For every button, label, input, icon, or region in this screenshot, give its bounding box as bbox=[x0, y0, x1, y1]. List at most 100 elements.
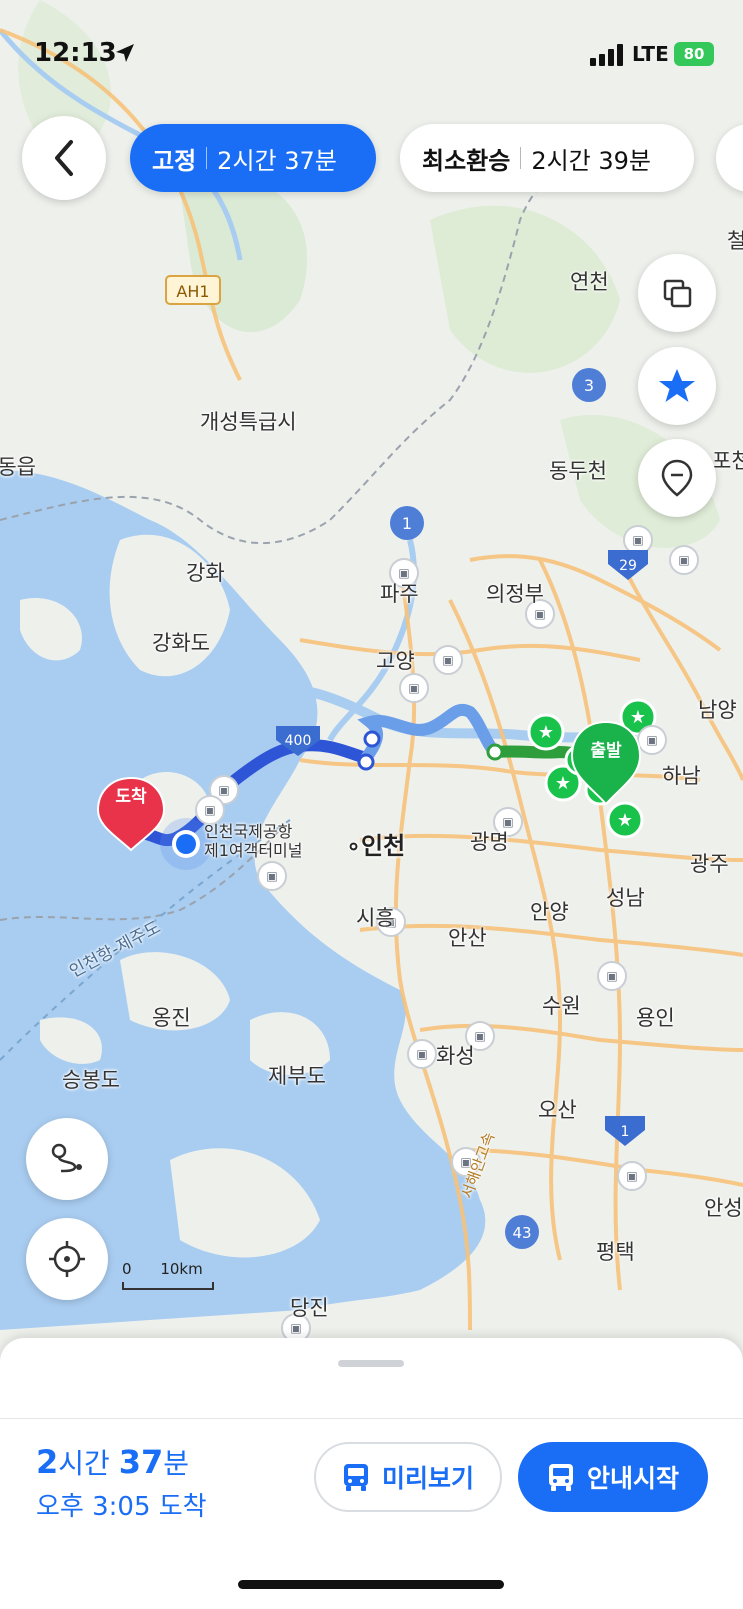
road-badge-43: 43 bbox=[512, 1224, 531, 1242]
place-anyang: 안양 bbox=[530, 900, 569, 924]
svg-text:★: ★ bbox=[630, 707, 646, 728]
place-anseong: 안성 bbox=[704, 1196, 743, 1220]
route-option-time: 2시간 39분 bbox=[531, 146, 652, 175]
duration-hours: 2 bbox=[36, 1443, 59, 1481]
scale-zero: 0 bbox=[122, 1260, 132, 1278]
bottom-sheet: 2시간 37분 오후 3:05 도착 미리보기 안내시작 bbox=[0, 1338, 743, 1609]
svg-text:▣: ▣ bbox=[632, 533, 643, 547]
place-ganghwado: 강화도 bbox=[152, 631, 210, 655]
preview-button[interactable]: 미리보기 bbox=[314, 1442, 502, 1512]
duration-minutes: 37 bbox=[118, 1443, 164, 1481]
place-paju: 파주 bbox=[380, 582, 419, 606]
start-marker[interactable]: 출발 bbox=[590, 741, 622, 761]
sheet-handle[interactable] bbox=[338, 1360, 404, 1367]
road-badge-1b: 1 bbox=[621, 1124, 630, 1140]
svg-text:★: ★ bbox=[538, 722, 554, 743]
start-guidance-button[interactable]: 안내시작 bbox=[518, 1442, 708, 1512]
place-gwangmyeong: 광명 bbox=[470, 830, 509, 854]
bus-icon bbox=[343, 1464, 368, 1491]
place-incheon: ∘인천 bbox=[346, 832, 406, 860]
status-bar: 12:13 LTE 80 bbox=[0, 0, 743, 100]
route-option-fixed[interactable]: 고정 2시간 37분 bbox=[130, 124, 376, 192]
place-pyeongtaek: 평택 bbox=[596, 1240, 635, 1264]
place-osan: 오산 bbox=[538, 1098, 577, 1122]
sheet-divider bbox=[0, 1418, 743, 1419]
arrival-time: 오후 3:05 도착 bbox=[36, 1492, 207, 1522]
place-siheung: 시흥 bbox=[356, 906, 395, 930]
home-indicator[interactable] bbox=[238, 1580, 504, 1589]
svg-text:▣: ▣ bbox=[442, 653, 453, 667]
network-type: LTE bbox=[632, 42, 669, 66]
place-gyodong: 교동읍 bbox=[0, 455, 36, 479]
place-pocheon: 포천 bbox=[712, 449, 743, 473]
place-dongducheon: 동두천 bbox=[549, 459, 607, 483]
place-seungbongdo: 승봉도 bbox=[62, 1068, 120, 1092]
place-hwaseong: 화성 bbox=[436, 1044, 475, 1068]
place-jebudo: 제부도 bbox=[268, 1064, 326, 1088]
start-label: 안내시작 bbox=[586, 1464, 679, 1493]
scale-label: 0 10km bbox=[122, 1260, 203, 1278]
star-icon bbox=[659, 369, 695, 402]
scale-distance: 10km bbox=[160, 1260, 203, 1278]
svg-text:▣: ▣ bbox=[290, 1321, 301, 1335]
svg-text:▣: ▣ bbox=[266, 869, 277, 883]
route-option-name: 최소환승 bbox=[422, 146, 511, 175]
trip-duration: 2시간 37분 bbox=[36, 1442, 189, 1482]
svg-text:▣: ▣ bbox=[646, 733, 657, 747]
end-marker[interactable]: 도착 bbox=[115, 787, 147, 807]
crosshair-icon bbox=[49, 1241, 85, 1277]
duration-hour-unit: 시간 bbox=[58, 1447, 110, 1480]
road-badge-29: 29 bbox=[619, 558, 637, 574]
battery-icon: 80 bbox=[674, 42, 714, 66]
place-goyang: 고양 bbox=[376, 649, 415, 673]
place-seongnam: 성남 bbox=[606, 886, 645, 910]
airport-label-line2: 제1여객터미널 bbox=[204, 841, 303, 860]
scale-bar bbox=[122, 1282, 214, 1290]
road-badge-3: 3 bbox=[584, 376, 594, 395]
status-time: 12:13 bbox=[34, 38, 117, 68]
place-marker-button[interactable] bbox=[638, 439, 716, 517]
svg-text:▣: ▣ bbox=[626, 1169, 637, 1183]
svg-text:▣: ▣ bbox=[218, 783, 229, 797]
svg-text:▣: ▣ bbox=[408, 681, 419, 695]
signal-icon bbox=[590, 44, 623, 66]
place-hanam: 하남 bbox=[662, 764, 701, 788]
bus-icon bbox=[548, 1464, 573, 1491]
place-yeoncheon: 연천 bbox=[570, 270, 609, 294]
favorites-button[interactable] bbox=[638, 347, 716, 425]
svg-text:▣: ▣ bbox=[204, 803, 215, 817]
location-arrow-icon bbox=[116, 44, 134, 62]
svg-text:▣: ▣ bbox=[474, 1029, 485, 1043]
svg-text:▣: ▣ bbox=[606, 969, 617, 983]
back-button[interactable] bbox=[22, 116, 106, 200]
route-overview-button[interactable] bbox=[26, 1118, 108, 1200]
battery-level: 80 bbox=[683, 45, 705, 63]
place-ongjin: 옹진 bbox=[152, 1006, 191, 1030]
map-pin-icon bbox=[661, 459, 693, 497]
route-option-min-transfer[interactable]: 최소환승 2시간 39분 bbox=[400, 124, 694, 192]
svg-text:▣: ▣ bbox=[416, 1047, 427, 1061]
place-cheorwon: 철원 bbox=[727, 229, 743, 253]
road-badge-ah1: AH1 bbox=[176, 282, 209, 301]
preview-label: 미리보기 bbox=[381, 1464, 474, 1493]
route-option-name: 고정 bbox=[152, 146, 197, 175]
road-badge-1: 1 bbox=[402, 514, 412, 533]
place-yongin: 용인 bbox=[636, 1006, 675, 1030]
duration-minute-unit: 분 bbox=[163, 1447, 189, 1480]
place-gwangju: 광주 bbox=[690, 852, 729, 876]
place-namyang: 남양 bbox=[698, 698, 737, 722]
svg-text:★: ★ bbox=[555, 773, 571, 794]
place-dangjin: 당진 bbox=[290, 1296, 329, 1320]
route-icon bbox=[51, 1143, 82, 1173]
svg-text:★: ★ bbox=[617, 810, 633, 831]
place-ganghwa: 강화 bbox=[186, 561, 225, 585]
place-ansan: 안산 bbox=[448, 926, 487, 950]
my-location-button[interactable] bbox=[26, 1218, 108, 1300]
layers-button[interactable] bbox=[638, 254, 716, 332]
place-incheon-text: 인천 bbox=[361, 832, 406, 860]
place-kaesong: 개성특급시 bbox=[200, 410, 297, 434]
airport-label-line1: 인천국제공항 bbox=[204, 822, 293, 841]
airport-label[interactable]: 인천국제공항 제1여객터미널 bbox=[204, 822, 303, 860]
chevron-left-icon bbox=[55, 140, 73, 176]
road-badge-400: 400 bbox=[285, 733, 312, 749]
